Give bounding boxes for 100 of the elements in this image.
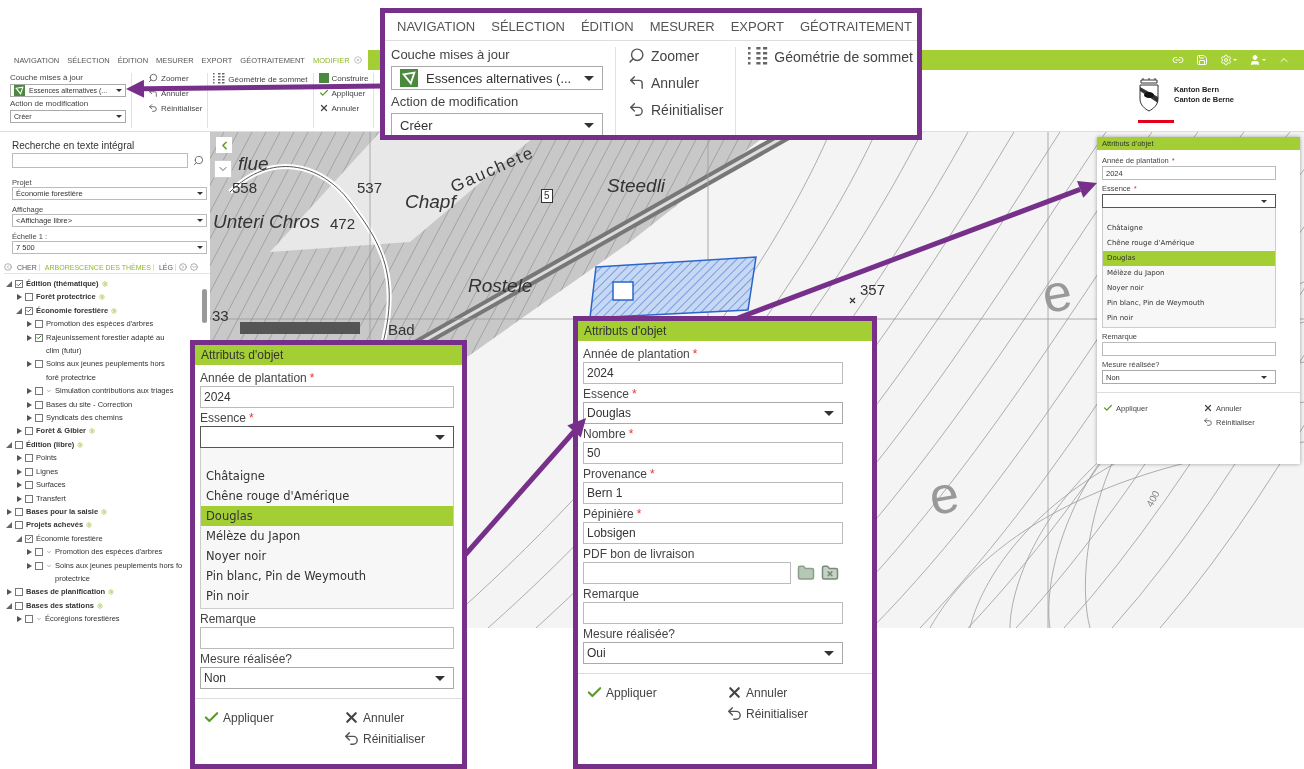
dropdown-option[interactable]: Douglas [201,506,453,526]
checkbox[interactable] [25,306,33,315]
reset-button[interactable]: Réinitialiser [343,730,454,747]
vertex-geometry-tool[interactable]: Géométrie de sommet [213,73,308,85]
reset-button[interactable]: Réinitialiser [726,705,864,722]
checkbox[interactable] [35,360,43,369]
checkbox[interactable] [25,534,33,543]
apply-button[interactable]: Appliquer [203,709,343,726]
reset-tool[interactable]: Réinitialiser [148,103,203,113]
checkbox[interactable] [35,320,43,329]
select-field[interactable] [1102,194,1276,208]
ribbon-tab[interactable]: SÉLECTION [483,19,573,34]
layer-label: Couche mises à jour [10,73,84,82]
dropdown-option[interactable]: Pin noir [201,586,453,606]
checkbox[interactable] [35,414,43,423]
ribbon-tab[interactable]: GÉOTRAITEMENT [791,19,917,34]
apply-button[interactable]: Appliquer [586,684,726,701]
action-label: Action de modification [10,99,90,108]
field-label: Remarque [200,612,257,626]
select-field[interactable]: Non [200,667,454,689]
zoom-tool[interactable]: Zoomer [148,73,203,83]
checkbox[interactable] [15,601,23,610]
collapsed-triangle-icon[interactable] [16,616,22,623]
collapsed-triangle-icon[interactable] [26,361,32,368]
folder-icon[interactable] [797,564,815,582]
required-mark: * [692,347,698,361]
expanded-triangle-icon[interactable] [6,602,12,609]
ribbon-tab[interactable]: EXPORT [722,19,792,34]
checkbox[interactable] [15,521,23,530]
reset-tool[interactable]: Réinitialiser [628,101,724,118]
action-select[interactable]: Créer [391,113,603,135]
vertex-geometry-tool[interactable]: Géométrie de sommet [748,47,913,67]
select-field[interactable] [200,426,454,448]
checkbox[interactable] [35,548,43,557]
checkbox[interactable] [25,427,33,436]
checkbox[interactable] [25,615,33,624]
scrollbar[interactable] [202,289,207,323]
field-label: Mesure réalisée? [583,627,676,641]
text-field[interactable]: Lobsigen [583,522,843,544]
caret-icon [824,410,834,416]
ribbon-tab[interactable]: MESURER [641,19,723,34]
zoom-tool[interactable]: Zoomer [628,47,724,64]
cancel-tool[interactable]: Annuler [318,103,369,113]
text-field[interactable]: 2024 [583,362,843,384]
checkbox[interactable] [25,494,33,503]
file-field[interactable] [583,562,791,584]
collapsed-triangle-icon[interactable] [6,589,12,596]
checkbox[interactable] [25,454,33,463]
text-field[interactable]: 50 [583,442,843,464]
form-title: Attributs d'objet [578,321,872,341]
checkbox[interactable] [15,507,23,516]
checkbox[interactable] [25,481,33,490]
cancel-button[interactable]: Annuler [343,709,454,726]
required-mark: * [628,427,634,441]
dropdown-option[interactable]: Mélèze du Japon [201,526,453,546]
hatched-parcel[interactable] [589,256,757,319]
expanded-triangle-icon[interactable] [6,281,12,287]
ribbon-tab[interactable]: NAVIGATION [389,19,484,34]
apply-tool[interactable]: Appliquer [318,88,369,98]
select-field[interactable]: Oui [583,642,843,664]
text-field[interactable] [583,602,843,624]
select-field[interactable]: Douglas [583,402,843,424]
map-label: 33 [212,308,229,323]
folder-remove-icon[interactable] [821,564,839,582]
text-field[interactable]: Bern 1 [583,482,843,504]
checkbox[interactable] [25,467,33,476]
text-field[interactable] [1102,342,1276,356]
search-icon [628,47,645,64]
dropdown-option[interactable]: Noyer noir [201,546,453,566]
checkbox[interactable] [35,387,43,396]
reset-arrow-icon [628,101,645,118]
checkbox[interactable] [15,588,23,597]
collapsed-triangle-icon[interactable] [16,294,22,301]
expanded-triangle-icon[interactable] [16,307,22,314]
build-tool[interactable]: Construire [318,73,369,83]
text-field[interactable] [200,627,454,649]
checkbox[interactable] [35,333,43,342]
dropdown-option[interactable]: Chêne rouge d'Amérique [201,486,453,506]
checkbox[interactable] [25,293,33,302]
search-icon[interactable] [193,155,204,166]
caret-icon [1261,375,1267,379]
caret-icon [197,246,203,249]
dropdown-option[interactable]: Châtaigne [201,466,453,486]
map-label: e [925,467,963,524]
search-field[interactable] [12,153,188,168]
layer-icon [14,85,25,96]
field-label: Essence [200,411,247,425]
checkbox[interactable] [35,561,43,570]
ribbon-tab[interactable]: ÉDITION [572,19,642,34]
expanded-triangle-icon[interactable] [6,441,12,448]
undo-tool[interactable]: Annuler [628,74,724,91]
text-field[interactable]: 2024 [200,386,454,408]
checkbox[interactable] [15,440,23,449]
cancel-button[interactable]: Annuler [726,684,864,701]
checkbox[interactable] [15,280,23,288]
dropdown-option[interactable]: Pin blanc, Pin de Weymouth [201,566,453,586]
collapse-sidebar-button[interactable] [216,137,232,153]
checkbox[interactable] [35,400,43,409]
undo-tool[interactable]: Annuler [148,88,203,98]
layer-select[interactable]: Essences alternatives (... [391,66,603,90]
